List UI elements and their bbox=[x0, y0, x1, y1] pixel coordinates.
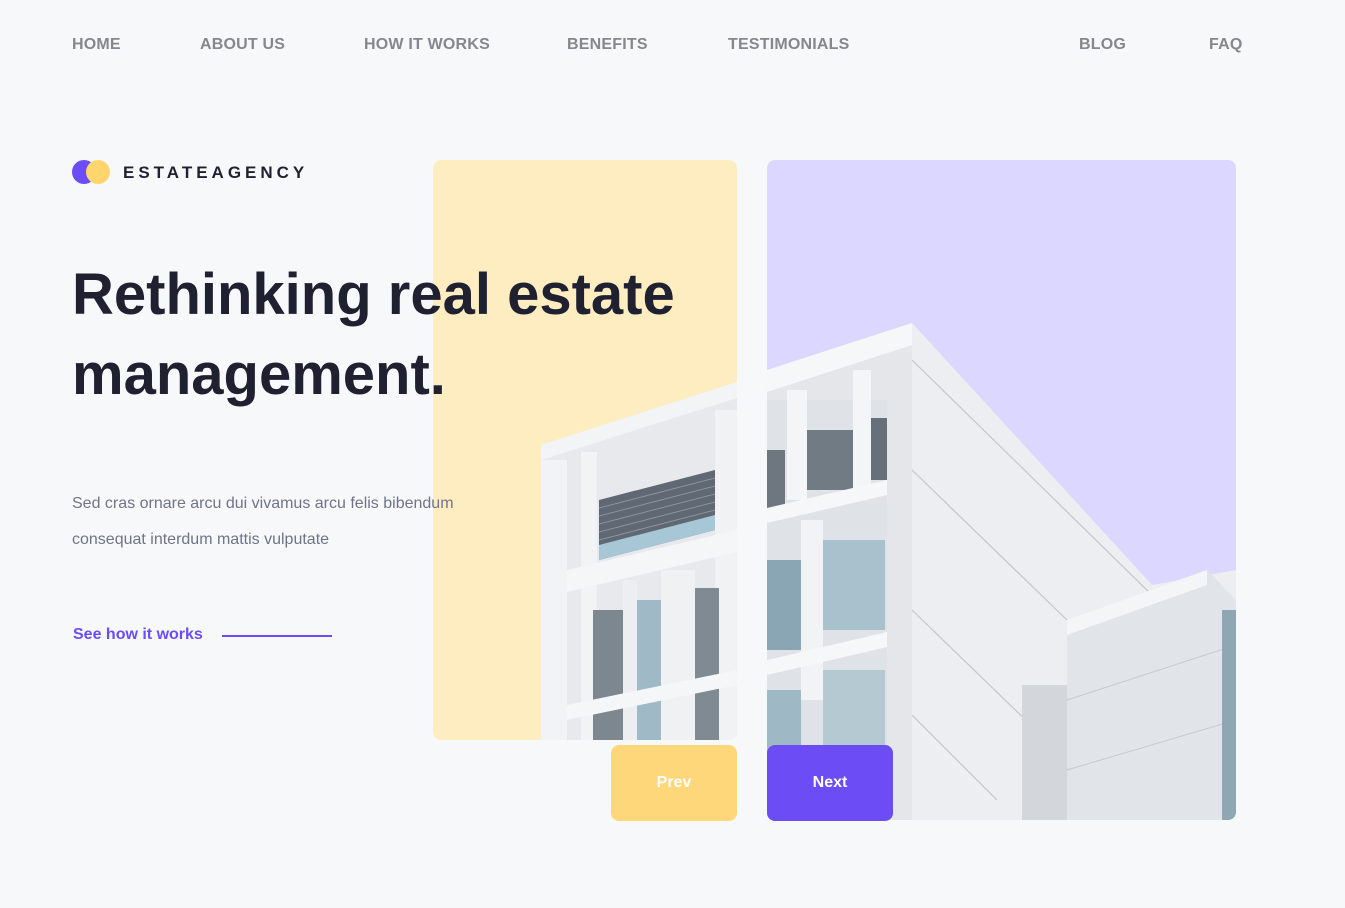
building-photo-right bbox=[767, 323, 1236, 820]
hero-headline: Rethinking real estate management. bbox=[72, 262, 675, 407]
nav-benefits[interactable]: BENEFITS bbox=[567, 36, 648, 54]
main-nav: HOME ABOUT US HOW IT WORKS BENEFITS TEST… bbox=[0, 36, 1345, 56]
next-button[interactable]: Next bbox=[767, 745, 893, 821]
nav-about-us[interactable]: ABOUT US bbox=[200, 36, 285, 54]
cta-label: See how it works bbox=[73, 626, 203, 643]
nav-blog[interactable]: BLOG bbox=[1079, 36, 1126, 54]
building-photo-left bbox=[541, 382, 737, 740]
nav-testimonials[interactable]: TESTIMONIALS bbox=[728, 36, 850, 54]
nav-faq[interactable]: FAQ bbox=[1209, 36, 1243, 54]
hero-subtext: Sed cras ornare arcu dui vivamus arcu fe… bbox=[72, 495, 454, 548]
logo-circle-yellow bbox=[86, 160, 110, 184]
prev-button[interactable]: Prev bbox=[611, 745, 737, 821]
nav-how-it-works[interactable]: HOW IT WORKS bbox=[364, 36, 490, 54]
nav-home[interactable]: HOME bbox=[72, 36, 121, 54]
brand-name: ESTATEAGENCY bbox=[123, 163, 309, 182]
slide-image-right bbox=[767, 160, 1236, 820]
cta-underline bbox=[222, 635, 332, 637]
slide-image-left bbox=[433, 160, 737, 740]
